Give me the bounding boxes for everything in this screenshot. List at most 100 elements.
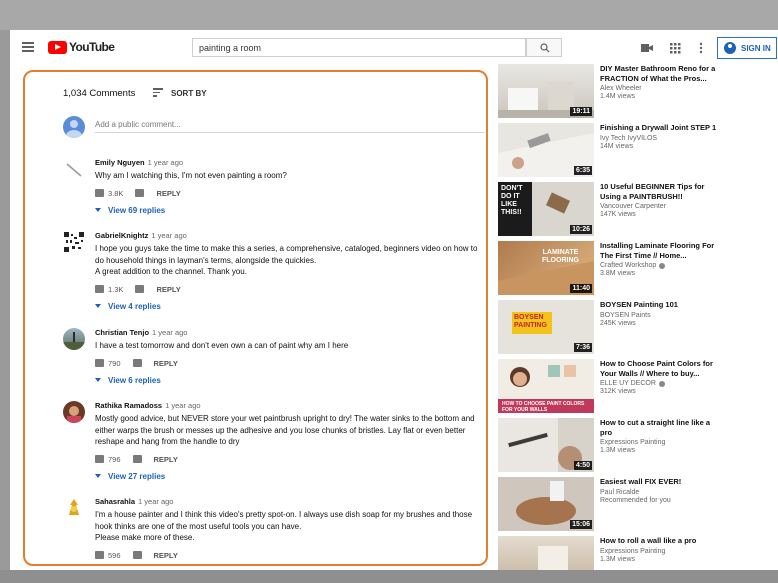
search-button[interactable] <box>526 38 562 57</box>
video-item[interactable]: 19:11 DIY Master Bathroom Reno for a FRA… <box>498 64 778 120</box>
create-video-icon[interactable] <box>640 41 654 55</box>
video-thumbnail[interactable]: BOYSEN PAINTING 7:36 <box>498 300 594 354</box>
user-avatar <box>63 116 85 138</box>
video-thumbnail[interactable]: HOW TO CHOOSE PAINT COLORS FOR YOUR WALL… <box>498 359 594 413</box>
comment-author[interactable]: GabrielKnightz <box>95 231 148 240</box>
like-count: 596 <box>108 550 121 560</box>
video-title[interactable]: How to roll a wall like a pro <box>600 536 720 546</box>
comment-author[interactable]: Emily Nguyen <box>95 158 145 167</box>
thumbnail-text: HOW TO CHOOSE PAINT COLORS FOR YOUR WALL… <box>502 401 585 413</box>
dislike-icon[interactable] <box>132 359 142 367</box>
like-icon[interactable] <box>95 285 104 293</box>
channel-name[interactable]: Crafted Workshop <box>600 262 720 269</box>
channel-name-label: ELLE UY DECOR <box>600 380 656 387</box>
avatar <box>63 231 85 253</box>
channel-name[interactable]: Vancouver Carpenter <box>600 203 720 210</box>
apps-grid-icon[interactable] <box>668 41 682 55</box>
video-thumbnail[interactable]: 4:50 <box>498 418 594 472</box>
like-count: 796 <box>108 454 121 464</box>
channel-name[interactable]: ELLE UY DECOR <box>600 380 720 387</box>
comment-time[interactable]: 1 year ago <box>165 401 200 410</box>
video-thumbnail[interactable]: 19:11 <box>498 64 594 118</box>
like-icon[interactable] <box>95 551 104 559</box>
like-icon[interactable] <box>95 189 104 197</box>
search-input[interactable]: painting a room <box>192 38 526 57</box>
video-item[interactable]: DON'T DO IT LIKE THIS!! 10:26 10 Useful … <box>498 182 778 238</box>
comment-author[interactable]: Sahasrahla <box>95 497 135 506</box>
verified-icon <box>659 262 666 269</box>
channel-name[interactable]: Paul Ricalde <box>600 489 720 496</box>
video-item[interactable]: LAMINATE FLOORING 11:40 Installing Lamin… <box>498 241 778 297</box>
video-title[interactable]: How to Choose Paint Colors for Your Wall… <box>600 359 720 378</box>
video-thumbnail[interactable]: 6:35 <box>498 123 594 177</box>
video-title[interactable]: Installing Laminate Flooring For The Fir… <box>600 241 720 260</box>
comment-author[interactable]: Christian Tenjo <box>95 328 149 337</box>
header: YouTube painting a room SIGN IN <box>10 30 778 66</box>
like-icon[interactable] <box>95 455 104 463</box>
comment-time[interactable]: 1 year ago <box>148 158 183 167</box>
video-thumbnail[interactable]: 15:06 <box>498 477 594 531</box>
video-item[interactable]: How to roll a wall like a pro Expression… <box>498 536 778 570</box>
video-item[interactable]: HOW TO CHOOSE PAINT COLORS FOR YOUR WALL… <box>498 359 778 415</box>
video-item[interactable]: 6:35 Finishing a Drywall Joint STEP 1 Iv… <box>498 123 778 179</box>
chevron-down-icon <box>95 474 101 478</box>
channel-name[interactable]: Expressions Painting <box>600 548 720 555</box>
view-count: 1.3M views <box>600 447 636 454</box>
video-item[interactable]: BOYSEN PAINTING 7:36 BOYSEN Painting 101… <box>498 300 778 356</box>
menu-icon[interactable] <box>22 42 34 52</box>
comment-time[interactable]: 1 year ago <box>151 231 186 240</box>
comment-time[interactable]: 1 year ago <box>152 328 187 337</box>
sort-by-button[interactable]: SORT BY <box>153 88 207 99</box>
youtube-logo[interactable]: YouTube <box>48 40 115 54</box>
comment-text: Mostly good advice, but NEVER store your… <box>95 414 475 446</box>
video-thumbnail[interactable] <box>498 536 594 570</box>
dislike-icon[interactable] <box>132 455 142 463</box>
comment-author[interactable]: Rathika Ramadoss <box>95 401 162 410</box>
view-replies-label: View 6 replies <box>108 375 161 385</box>
sign-in-button[interactable]: SIGN IN <box>717 37 777 59</box>
video-thumbnail[interactable]: DON'T DO IT LIKE THIS!! 10:26 <box>498 182 594 236</box>
reply-button[interactable]: REPLY <box>154 551 178 560</box>
search-icon <box>540 43 550 53</box>
dislike-icon[interactable] <box>132 551 142 559</box>
dislike-icon[interactable] <box>135 189 145 197</box>
reply-button[interactable]: REPLY <box>154 455 178 464</box>
view-replies-button[interactable]: View 69 replies <box>95 206 485 215</box>
video-title[interactable]: How to cut a straight line like a pro <box>600 418 720 437</box>
channel-name[interactable]: Expressions Painting <box>600 439 720 446</box>
like-icon[interactable] <box>95 359 104 367</box>
reply-button[interactable]: REPLY <box>154 359 178 368</box>
more-options-icon[interactable] <box>694 41 708 55</box>
video-title[interactable]: Easiest wall FIX EVER! <box>600 477 720 487</box>
channel-name[interactable]: Ivy Tech IvyVILOS <box>600 135 720 142</box>
video-title[interactable]: 10 Useful BEGINNER Tips for Using a PAIN… <box>600 182 720 201</box>
avatar <box>63 328 85 350</box>
like-count: 790 <box>108 358 121 368</box>
view-count: 312K views <box>600 388 636 395</box>
view-count: 3.8M views <box>600 270 636 277</box>
reply-button[interactable]: REPLY <box>156 285 180 294</box>
view-replies-button[interactable]: View 27 replies <box>95 472 485 481</box>
video-title[interactable]: Finishing a Drywall Joint STEP 1 <box>600 123 720 133</box>
video-duration: 11:40 <box>570 284 592 293</box>
comment-time[interactable]: 1 year ago <box>138 497 173 506</box>
outer-frame-bottom <box>0 570 778 583</box>
view-replies-button[interactable]: View 6 replies <box>95 376 485 385</box>
channel-name[interactable]: Alex Wheeler <box>600 85 720 92</box>
view-replies-button[interactable]: View 4 replies <box>95 302 485 311</box>
view-replies-label: View 27 replies <box>108 471 166 481</box>
video-title[interactable]: DIY Master Bathroom Reno for a FRACTION … <box>600 64 720 83</box>
reply-button[interactable]: REPLY <box>156 189 180 198</box>
like-count: 1.3K <box>108 284 124 294</box>
thumbnail-text: LAMINATE FLOORING <box>542 249 579 264</box>
video-item[interactable]: 4:50 How to cut a straight line like a p… <box>498 418 778 474</box>
comment-text: I have a test tomorrow and don't even ow… <box>95 341 349 350</box>
channel-name[interactable]: BOYSEN Paints <box>600 312 720 319</box>
video-item[interactable]: 15:06 Easiest wall FIX EVER! Paul Ricald… <box>498 477 778 533</box>
video-title[interactable]: BOYSEN Painting 101 <box>600 300 720 310</box>
channel-name-label: Crafted Workshop <box>600 262 657 269</box>
add-comment-input[interactable]: Add a public comment... <box>95 120 181 129</box>
dislike-icon[interactable] <box>135 285 145 293</box>
video-thumbnail[interactable]: LAMINATE FLOORING 11:40 <box>498 241 594 295</box>
view-count: 14M views <box>600 142 634 150</box>
